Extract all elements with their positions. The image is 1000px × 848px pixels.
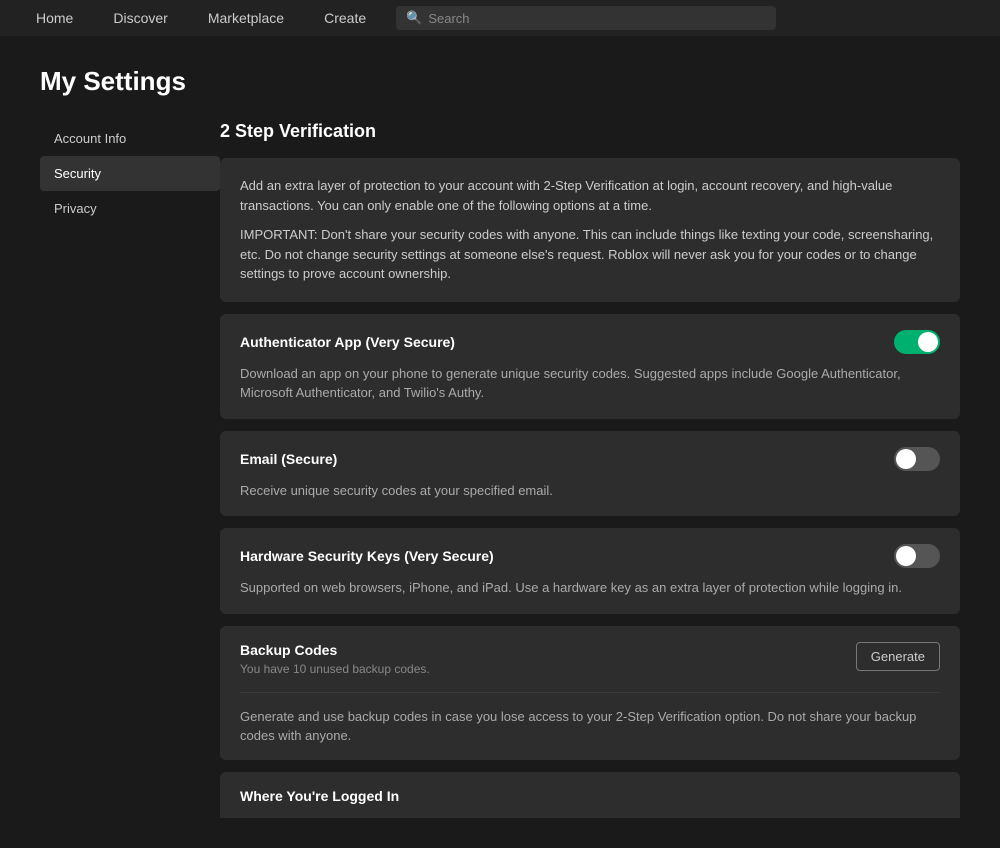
option-desc-authenticator: Download an app on your phone to generat… — [240, 364, 940, 403]
option-title-email: Email (Secure) — [240, 451, 337, 467]
option-header-authenticator: Authenticator App (Very Secure) — [240, 330, 940, 354]
option-card-authenticator: Authenticator App (Very Secure) Download… — [220, 314, 960, 419]
settings-layout: Account Info Security Privacy 2 Step Ver… — [40, 121, 960, 818]
content-area: 2 Step Verification Add an extra layer o… — [220, 121, 960, 818]
info-paragraph-1: Add an extra layer of protection to your… — [240, 176, 940, 215]
option-desc-email: Receive unique security codes at your sp… — [240, 481, 940, 501]
backup-subtitle: You have 10 unused backup codes. — [240, 662, 430, 676]
nav-home[interactable]: Home — [16, 0, 93, 36]
backup-header: Backup Codes You have 10 unused backup c… — [220, 626, 960, 692]
toggle-hardware-knob — [896, 546, 916, 566]
toggle-email[interactable] — [894, 447, 940, 471]
backup-title: Backup Codes — [240, 642, 430, 658]
toggle-authenticator-track — [894, 330, 940, 354]
option-desc-hardware: Supported on web browsers, iPhone, and i… — [240, 578, 940, 598]
info-box: Add an extra layer of protection to your… — [220, 158, 960, 302]
option-header-hardware: Hardware Security Keys (Very Secure) — [240, 544, 940, 568]
toggle-hardware[interactable] — [894, 544, 940, 568]
sidebar: Account Info Security Privacy — [40, 121, 220, 818]
toggle-email-track — [894, 447, 940, 471]
sidebar-item-security[interactable]: Security — [40, 156, 220, 191]
backup-title-block: Backup Codes You have 10 unused backup c… — [240, 642, 430, 676]
nav-create[interactable]: Create — [304, 0, 386, 36]
bottom-section-title: Where You're Logged In — [240, 788, 399, 804]
toggle-authenticator-knob — [918, 332, 938, 352]
section-title: 2 Step Verification — [220, 121, 960, 142]
search-icon: 🔍 — [406, 10, 422, 26]
option-card-hardware: Hardware Security Keys (Very Secure) Sup… — [220, 528, 960, 614]
nav-discover[interactable]: Discover — [93, 0, 187, 36]
top-navigation: Home Discover Marketplace Create 🔍 — [0, 0, 1000, 36]
option-header-email: Email (Secure) — [240, 447, 940, 471]
page-title: My Settings — [40, 66, 960, 97]
nav-marketplace[interactable]: Marketplace — [188, 0, 304, 36]
bottom-section-partial: Where You're Logged In — [220, 772, 960, 818]
search-input[interactable] — [428, 11, 766, 26]
option-title-hardware: Hardware Security Keys (Very Secure) — [240, 548, 494, 564]
option-card-email: Email (Secure) Receive unique security c… — [220, 431, 960, 517]
option-title-authenticator: Authenticator App (Very Secure) — [240, 334, 455, 350]
toggle-hardware-track — [894, 544, 940, 568]
backup-codes-card: Backup Codes You have 10 unused backup c… — [220, 626, 960, 760]
sidebar-item-account-info[interactable]: Account Info — [40, 121, 220, 156]
info-paragraph-2: IMPORTANT: Don't share your security cod… — [240, 225, 940, 284]
toggle-email-knob — [896, 449, 916, 469]
generate-button[interactable]: Generate — [856, 642, 940, 671]
toggle-authenticator[interactable] — [894, 330, 940, 354]
backup-description: Generate and use backup codes in case yo… — [220, 693, 960, 760]
main-content: My Settings Account Info Security Privac… — [0, 36, 1000, 848]
sidebar-item-privacy[interactable]: Privacy — [40, 191, 220, 226]
search-bar: 🔍 — [396, 6, 776, 30]
